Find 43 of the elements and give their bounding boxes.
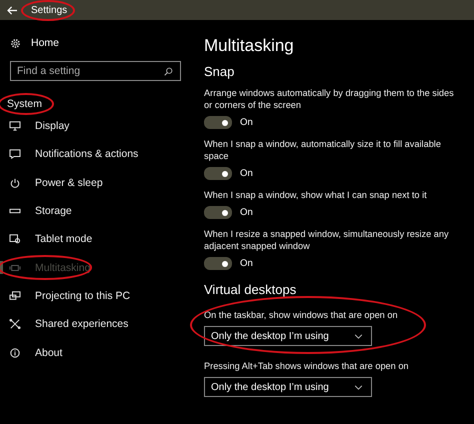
cross-icon <box>9 319 21 330</box>
chevron-icon <box>354 334 363 338</box>
toggle-state: On <box>240 207 253 218</box>
dropdown[interactable]: Only the desktop I’m using <box>204 377 372 397</box>
projector-icon <box>9 290 21 301</box>
nav-item[interactable]: About <box>0 338 192 367</box>
nav-item[interactable]: Storage <box>0 196 192 226</box>
setting-description: Arrange windows automatically by dragging them to the sides or corners of the screen <box>204 87 455 111</box>
toggle-switch[interactable] <box>204 257 232 270</box>
search-icon[interactable] <box>164 67 173 76</box>
monitor-icon <box>9 121 21 132</box>
gear-icon[interactable] <box>10 38 21 48</box>
toggle-switch[interactable] <box>204 116 232 129</box>
back-icon[interactable] <box>7 6 18 14</box>
info-icon <box>9 348 21 358</box>
nav-item[interactable]: Display <box>0 112 192 140</box>
power-icon <box>9 178 21 188</box>
nav-item[interactable]: Power & sleep <box>0 168 192 197</box>
toggle-state: On <box>240 258 253 269</box>
page-title: Multitasking <box>204 36 295 56</box>
window-title: Settings <box>31 4 68 16</box>
chevron-icon <box>354 384 363 390</box>
section-heading: Virtual desktops <box>204 282 298 297</box>
home-link[interactable]: Home <box>31 37 60 49</box>
toggle-switch[interactable] <box>204 167 232 180</box>
nav-item[interactable]: Tablet mode <box>0 225 192 254</box>
toggle-state: On <box>240 117 253 128</box>
toggle-switch[interactable] <box>204 206 232 219</box>
nav-item[interactable]: Projecting to this PC <box>0 282 192 310</box>
message-icon <box>9 149 21 160</box>
dropdown[interactable]: Only the desktop I’m using <box>204 326 372 346</box>
nav-item[interactable]: Shared experiences <box>0 310 192 338</box>
section-heading: System <box>7 98 42 110</box>
section-heading: Snap <box>204 64 236 79</box>
setting-description: When I resize a snapped window, simultaneously resize any adjacent snapped window <box>204 228 450 252</box>
setting-label: Pressing Alt+Tab shows windows that are open on <box>204 360 410 372</box>
tablet-icon <box>9 234 21 244</box>
nav-item[interactable]: Notifications & actions <box>0 140 192 169</box>
search-field[interactable]: Find a setting <box>10 61 181 81</box>
setting-description: When I snap a window, show what I can snap next to it <box>204 189 428 201</box>
setting-description: When I snap a window, automatically size it to fill available space <box>204 138 442 162</box>
toggle-state: On <box>240 168 253 179</box>
setting-label: On the taskbar, show windows that are open on <box>204 309 399 321</box>
